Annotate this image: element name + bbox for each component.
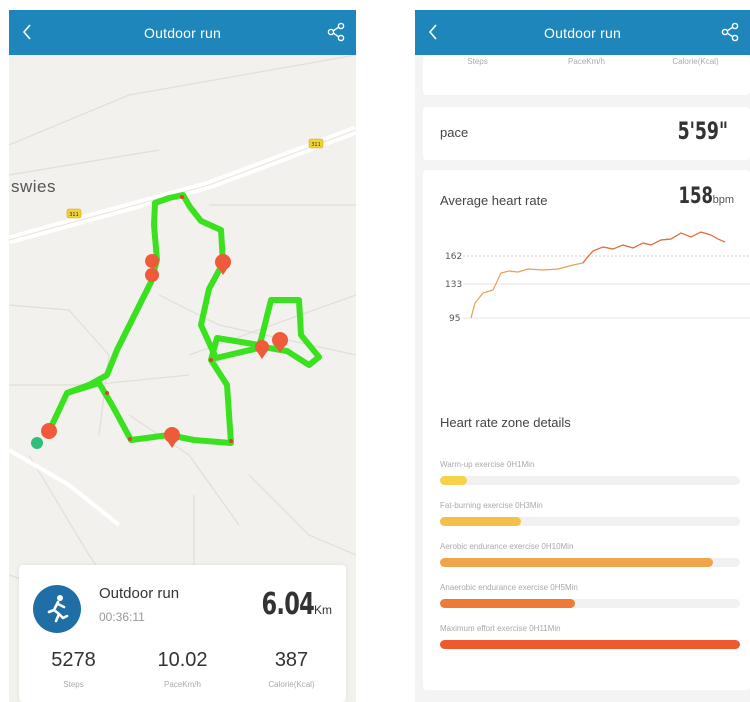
heart-rate-value: 158bpm (667, 184, 734, 209)
heart-rate-number: 158 (678, 184, 713, 209)
zone-track (440, 599, 740, 608)
start-marker[interactable] (41, 423, 57, 439)
right-screen: Outdoor run Steps PaceKm/h Calorie(Kcal)… (415, 10, 750, 702)
km-marker[interactable] (255, 340, 269, 359)
run-summary-card: Outdoor run 00:36:11 6.04Km 5278 Steps 1… (19, 565, 346, 702)
calorie-label: Calorie(Kcal) (672, 57, 719, 66)
zone-label: Aerobic endurance exercise 0H10Min (440, 542, 574, 551)
runner-icon (33, 585, 81, 633)
distance-unit: Km (314, 603, 332, 617)
zone-fill (440, 599, 575, 608)
zone-aerobic: Aerobic endurance exercise 0H10Min (440, 542, 740, 567)
distance: 6.04Km (244, 587, 332, 622)
stat-label: PaceKm/h (164, 680, 201, 689)
top-bar: Outdoor run (415, 10, 750, 55)
zone-label: Warm-up exercise 0H1Min (440, 460, 535, 469)
zone-track (440, 517, 740, 526)
road-badge-label: 311 (69, 212, 79, 218)
zone-fill (440, 558, 713, 567)
heart-rate-card: Average heart rate 158bpm 162 133 95 Hea… (423, 170, 750, 690)
route-points (105, 195, 233, 443)
page-title: Outdoor run (144, 24, 221, 41)
heart-rate-line-high (582, 231, 726, 264)
stat-steps: 5278 Steps (19, 649, 128, 689)
pace-value: 5'59" (677, 117, 728, 145)
stat-pace: 10.02 PaceKm/h (128, 649, 237, 689)
back-arrow-icon[interactable] (425, 21, 443, 43)
left-screen: Outdoor run 311 311 swies Outdoor run 00… (9, 10, 356, 702)
running-route (48, 192, 322, 446)
share-icon[interactable] (720, 22, 740, 42)
y-tick-162: 162 (445, 252, 462, 262)
map-place-label: swies (11, 177, 57, 196)
zone-fat-burning: Fat-burning exercise 0H3Min (440, 501, 740, 526)
share-icon[interactable] (326, 22, 346, 42)
duration: 00:36:11 (99, 610, 145, 624)
heart-rate-unit: bpm (712, 194, 734, 206)
stat-value: 387 (274, 649, 309, 671)
stat-calorie: 387 Calorie(Kcal) (237, 649, 346, 689)
zone-fill (440, 476, 467, 485)
stats-row: 5278 Steps 10.02 PaceKm/h 387 Calorie(Kc… (19, 649, 346, 689)
zone-anaerobic: Anaerobic endurance exercise 0H5Min (440, 583, 740, 608)
stat-value: 5278 (51, 649, 96, 671)
page-title: Outdoor run (544, 24, 621, 41)
distance-value: 6.04 (261, 587, 314, 622)
pace-card: pace 5'59" (423, 107, 750, 160)
top-bar: Outdoor run (9, 10, 356, 55)
zone-maximum: Maximum effort exercise 0H11Min (440, 624, 740, 649)
stat-label: Calorie(Kcal) (268, 680, 315, 689)
stat-label: Steps (63, 680, 84, 689)
heart-rate-label: Average heart rate (440, 193, 548, 208)
km-marker[interactable] (164, 427, 180, 448)
steps-label: Steps (467, 57, 488, 66)
stat-value: 10.02 (157, 649, 208, 671)
y-tick-95: 95 (449, 314, 460, 324)
details-scroll[interactable]: Steps PaceKm/h Calorie(Kcal) pace 5'59" … (415, 55, 750, 702)
zone-warm-up: Warm-up exercise 0H1Min (440, 460, 740, 485)
stats-labels-card: Steps PaceKm/h Calorie(Kcal) (423, 55, 750, 95)
zone-fill (440, 517, 521, 526)
zone-label: Fat-burning exercise 0H3Min (440, 501, 543, 510)
pace-label: PaceKm/h (568, 57, 605, 66)
zone-label: Maximum effort exercise 0H11Min (440, 624, 561, 633)
zones-title: Heart rate zone details (440, 415, 571, 430)
zone-fill (440, 640, 740, 649)
back-arrow-icon[interactable] (19, 21, 37, 43)
zone-label: Anaerobic endurance exercise 0H5Min (440, 583, 578, 592)
activity-name: Outdoor run (99, 585, 180, 602)
pace-label: pace (440, 125, 469, 140)
heart-rate-chart: 162 133 95 (445, 231, 750, 324)
heart-rate-line (470, 231, 726, 319)
zone-track (440, 476, 740, 485)
road-badge-label: 311 (311, 142, 321, 148)
zone-track (440, 640, 740, 649)
y-tick-133: 133 (445, 280, 462, 290)
zone-track (440, 558, 740, 567)
end-marker[interactable] (31, 437, 43, 449)
